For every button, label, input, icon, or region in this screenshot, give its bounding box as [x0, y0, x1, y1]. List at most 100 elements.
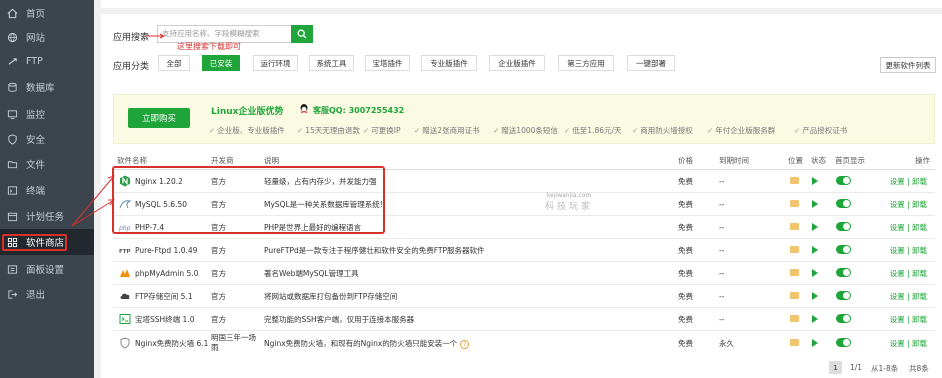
- page-number-button[interactable]: 1: [829, 361, 842, 374]
- play-icon[interactable]: [812, 269, 818, 277]
- svg-text:FTP: FTP: [119, 249, 131, 255]
- price: 免费: [678, 223, 693, 232]
- sidebar-item-label: FTP: [26, 55, 43, 67]
- update-list-button[interactable]: 更新软件列表: [880, 57, 936, 73]
- promo-feature: ✓ 赠送2张商用证书: [414, 126, 480, 135]
- category-pro-plugins[interactable]: 专业版插件: [421, 55, 477, 71]
- home-display-toggle[interactable]: [836, 291, 851, 300]
- watermark: kejiwanjia.com 科技玩家: [545, 192, 594, 212]
- expire-date: --: [719, 223, 725, 232]
- folder-icon[interactable]: [790, 339, 799, 346]
- row-actions[interactable]: 设置 | 卸载: [890, 170, 927, 193]
- folder-icon[interactable]: [790, 223, 799, 230]
- buy-now-button[interactable]: 立即购买: [128, 108, 190, 128]
- row-actions[interactable]: 设置 | 卸载: [890, 193, 927, 216]
- play-icon[interactable]: [812, 246, 818, 254]
- price: 免费: [678, 177, 693, 186]
- sidebar-item-database[interactable]: 数据库: [0, 74, 94, 100]
- expire-date: --: [719, 246, 725, 255]
- category-system-tools[interactable]: 系统工具: [309, 55, 354, 71]
- category-label: 应用分类: [113, 62, 150, 72]
- sidebar-item-website[interactable]: 网站: [0, 24, 94, 50]
- sidebar-item-label: 计划任务: [26, 212, 65, 223]
- price: 免费: [678, 246, 693, 255]
- description: PureFTPd是一款专注于程序健壮和软件安全的免费FTP服务器软件: [264, 246, 485, 255]
- check-icon: ✓: [632, 126, 639, 135]
- sidebar-item-label: 面板设置: [26, 265, 65, 276]
- play-icon[interactable]: [812, 223, 818, 231]
- row-actions[interactable]: 设置 | 卸载: [890, 308, 927, 331]
- annotation-highlight-box: [112, 166, 385, 234]
- description: 将网站或数据库打包备份到FTP存储空间: [264, 292, 398, 301]
- col-header-operations: 操作: [915, 156, 930, 165]
- home-display-toggle[interactable]: [836, 314, 851, 323]
- sidebar-item-logout[interactable]: 退出: [0, 281, 94, 307]
- software-name: Nginx免费防火墙 6.1: [135, 339, 209, 348]
- sidebar-item-settings[interactable]: 面板设置: [0, 256, 94, 282]
- promo-feature: ✓ 15天无理由退款: [297, 126, 360, 135]
- home-display-toggle[interactable]: [836, 199, 851, 208]
- folder-icon[interactable]: [790, 246, 799, 253]
- category-installed[interactable]: 已安装: [202, 55, 240, 71]
- sidebar-item-security[interactable]: 安全: [0, 126, 94, 152]
- search-button[interactable]: [291, 25, 313, 43]
- play-icon[interactable]: [812, 315, 818, 323]
- calendar-icon: [6, 210, 18, 222]
- sidebar-item-home[interactable]: 首页: [0, 0, 94, 26]
- category-all[interactable]: 全部: [158, 55, 190, 71]
- expire-date: --: [719, 315, 725, 324]
- globe-icon: [6, 31, 18, 43]
- home-display-toggle[interactable]: [836, 176, 851, 185]
- sidebar-item-label: 文件: [26, 160, 46, 171]
- play-icon[interactable]: [812, 292, 818, 300]
- sidebar-item-ftp[interactable]: FTP: [0, 48, 94, 74]
- description: 完整功能的SSH客户端，仅用于连接本服务器: [264, 315, 415, 324]
- folder-icon[interactable]: [790, 269, 799, 276]
- promo-feature: ✓ 可更换IP: [363, 126, 401, 135]
- folder-icon[interactable]: [790, 177, 799, 184]
- annotation-arrows: [71, 175, 116, 227]
- row-actions[interactable]: 设置 | 卸载: [890, 285, 927, 308]
- category-bt-plugins[interactable]: 宝塔插件: [365, 55, 410, 71]
- sidebar-item-label: 首页: [26, 9, 46, 20]
- monitor-icon: [6, 108, 18, 120]
- row-actions[interactable]: 设置 | 卸载: [890, 262, 927, 285]
- promo-feature: ✓ 赠送1000条短信: [493, 126, 558, 135]
- search-icon: [297, 29, 307, 39]
- total-count: 共8条: [909, 364, 929, 373]
- category-third-party[interactable]: 第三方应用: [558, 55, 614, 71]
- search-label: 应用搜索: [113, 33, 150, 43]
- developer: 官方: [211, 246, 226, 255]
- sidebar-item-monitor[interactable]: 监控: [0, 101, 94, 127]
- promo-feature: ✓ 年付企业版服务群: [707, 126, 776, 135]
- qq-icon: [300, 104, 308, 114]
- table-row: FTP Pure-Ftpd 1.0.49 官方 PureFTPd是一款专注于程序…: [113, 238, 935, 261]
- promo-feature: ✓ 产品授权证书: [794, 126, 848, 135]
- category-one-click-deploy[interactable]: 一键部署: [627, 55, 675, 71]
- home-display-toggle[interactable]: [836, 338, 851, 347]
- home-display-toggle[interactable]: [836, 268, 851, 277]
- terminal-icon: [6, 184, 18, 196]
- play-icon[interactable]: [812, 200, 818, 208]
- row-actions[interactable]: 设置 | 卸载: [890, 239, 927, 262]
- home-display-toggle[interactable]: [836, 222, 851, 231]
- software-name: FTP存储空间 5.1: [135, 292, 193, 301]
- row-actions[interactable]: 设置 | 卸载: [890, 332, 927, 355]
- gear-icon: [6, 263, 18, 275]
- play-icon[interactable]: [812, 339, 818, 347]
- cloud-icon: [120, 293, 130, 299]
- folder-icon[interactable]: [790, 315, 799, 322]
- row-actions[interactable]: 设置 | 卸载: [890, 216, 927, 239]
- category-enterprise-plugins[interactable]: 企业版插件: [489, 55, 545, 71]
- help-icon[interactable]: ?: [460, 340, 470, 349]
- check-icon: ✓: [209, 126, 216, 135]
- home-display-toggle[interactable]: [836, 245, 851, 254]
- ftp-icon: [6, 55, 18, 67]
- play-icon[interactable]: [812, 177, 818, 185]
- check-icon: ✓: [414, 126, 421, 135]
- price: 免费: [678, 315, 693, 324]
- folder-icon: [6, 158, 18, 170]
- folder-icon[interactable]: [790, 200, 799, 207]
- category-runtime[interactable]: 运行环境: [253, 55, 298, 71]
- folder-icon[interactable]: [790, 292, 799, 299]
